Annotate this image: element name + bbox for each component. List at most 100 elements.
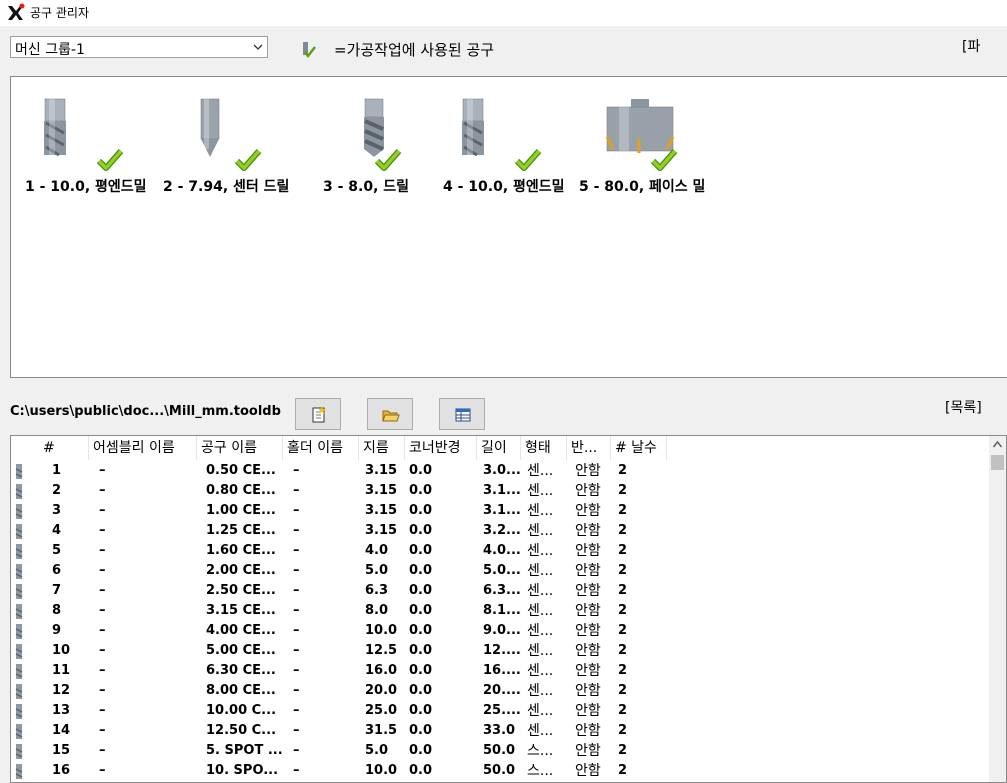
used-tool-2[interactable]: 2 - 7.94, 센터 드릴 [163,77,303,207]
table-cell: 2 [618,603,628,618]
table-cell: – [293,603,300,618]
column-header[interactable]: 형태 [521,436,567,460]
column-header[interactable]: 어셈블리 이름 [89,436,197,460]
table-cell: 2 [618,483,628,498]
list-mode-label[interactable]: [목록] [945,397,982,417]
table-row[interactable]: 2 – 0.80 CE... – 3.15 0.0 3.1... 센... 안함 2 [11,481,991,501]
scrollbar-thumb[interactable] [991,455,1004,470]
chevron-down-icon [253,44,263,50]
table-cell: 0.0 [409,603,433,618]
tool-row-icon [15,764,23,779]
used-check-icon [515,149,542,171]
table-row[interactable]: 1 – 0.50 CE... – 3.15 0.0 3.0... 센... 안함 2 [11,461,991,481]
table-cell: 5.0 [365,743,389,758]
table-cell: 2 [618,763,628,778]
table-row[interactable]: 16–10. SPO... –10.0 0.0 50.0 스... 안함 2 [11,761,991,781]
column-header[interactable]: 코너반경 [405,436,477,460]
table-cell: 2 [618,663,628,678]
used-tool-4[interactable]: 4 - 10.0, 평엔드밀 [443,77,583,207]
column-header[interactable]: 반... [567,436,611,460]
used-tool-1[interactable]: 1 - 10.0, 평엔드밀 [25,77,165,207]
table-cell: 5.0 [365,563,389,578]
file-menu-label[interactable]: [파 [962,36,980,56]
table-cell: 스... [527,743,554,759]
table-cell: 0.0 [409,743,433,758]
column-header[interactable]: # 날수 [611,436,667,460]
table-cell: 20.0 [365,683,398,698]
table-cell: 0.0 [409,503,433,518]
open-folder-icon [382,410,400,422]
table-cell: 안함 [575,583,601,599]
table-cell: 8 [52,603,62,618]
table-cell: 0.0 [409,463,433,478]
table-row[interactable]: 15–5. SPOT ... –5.0 0.0 50.0 스... 안함 2 [11,741,991,761]
table-cell: 안함 [575,543,601,559]
table-cell: 안함 [575,603,601,619]
table-cell: 1 [52,463,62,478]
table-cell: 센... [527,683,554,699]
table-cell: 안함 [575,483,601,499]
table-cell: 0.0 [409,623,433,638]
table-cell: 2 [618,543,628,558]
table-cell: 15 [52,743,71,758]
table-cell: 2 [618,643,628,658]
table-cell: – [99,683,106,698]
table-row[interactable]: 3 – 1.00 CE... – 3.15 0.0 3.1... 센... 안함 2 [11,501,991,521]
column-header[interactable]: # [39,436,89,460]
table-row[interactable]: 11 – 6.30 CE... – 16.0 0.0 16.... 센... 안함 2 [11,661,991,681]
tool-row-icon [15,464,23,479]
table-cell: – [293,683,300,698]
column-header[interactable]: 공구 이름 [197,436,283,460]
table-row[interactable]: 10 – 5.00 CE... – 12.5 0.0 12.... 센... 안함 2 [11,641,991,661]
table-row[interactable]: 5 – 1.60 CE... – 4.0 0.0 4.0... 센... 안함 2 [11,541,991,561]
table-cell: 16 [52,763,71,778]
table-cell: 10.00 C... [206,703,277,718]
window-title: 공구 관리자 [30,6,90,20]
table-row[interactable]: 4 – 1.25 CE... – 3.15 0.0 3.2... 센... 안함 2 [11,521,991,541]
table-cell: 2 [618,723,628,738]
table-row[interactable]: 9 – 4.00 CE... – 10.0 0.0 9.0... 센... 안함 2 [11,621,991,641]
table-cell: – [293,523,300,538]
table-cell: – [99,663,106,678]
table-cell: 센... [527,663,554,679]
table-cell: – [99,543,106,558]
table-row[interactable]: 8 – 3.15 CE... – 8.0 0.0 8.1... 센... 안함 2 [11,601,991,621]
table-cell: 8.00 CE... [206,683,276,698]
table-row[interactable]: 13 – 10.00 C... – 25.0 0.0 25.... 센... 안함 2 [11,701,991,721]
used-tool-3[interactable]: 3 - 8.0, 드릴 [323,77,463,207]
table-cell: 5. SPOT ... [206,743,283,758]
table-cell: 3.1... [483,483,521,498]
vertical-scrollbar[interactable] [989,436,1006,782]
table-cell: 3.15 [365,503,398,518]
used-tool-5[interactable]: 5 - 80.0, 페이스 밀 [579,77,719,207]
list-view-button[interactable] [439,398,485,430]
table-cell: 10. SPO... [206,763,279,778]
table-cell: 25.... [483,703,521,718]
table-cell: – [99,703,106,718]
table-row[interactable]: 6 – 2.00 CE... – 5.0 0.0 5.0... 센... 안함 2 [11,561,991,581]
used-tool-label: 4 - 10.0, 평엔드밀 [443,179,565,195]
table-cell: 안함 [575,723,601,739]
new-library-button[interactable] [295,398,341,430]
tool-row-icon [15,684,23,699]
table-cell: 3.15 [365,523,398,538]
table-cell: – [99,743,106,758]
used-tool-label: 2 - 7.94, 센터 드릴 [163,179,290,195]
table-cell: 6.3... [483,583,521,598]
column-header[interactable]: 지름 [359,436,405,460]
table-row[interactable]: 7 – 2.50 CE... – 6.3 0.0 6.3... 센... 안함 2 [11,581,991,601]
table-row[interactable]: 14 – 12.50 C... – 31.5 0.0 33.0 센... 안함 2 [11,721,991,741]
used-check-icon [97,149,124,171]
table-cell: 0.0 [409,563,433,578]
table-cell: 0.0 [409,683,433,698]
tool-row-icon [15,644,23,659]
table-cell: 4.00 CE... [206,623,276,638]
open-library-button[interactable] [367,398,413,430]
scroll-up-arrow-icon[interactable] [993,440,1002,448]
machine-group-select[interactable]: 머신 그룹-1 [10,36,268,58]
table-cell: – [293,463,300,478]
column-header[interactable]: 길이 [477,436,521,460]
table-cell: 안함 [575,763,601,779]
column-header[interactable]: 홀더 이름 [283,436,359,460]
table-row[interactable]: 12 – 8.00 CE... – 20.0 0.0 20.... 센... 안함 2 [11,681,991,701]
